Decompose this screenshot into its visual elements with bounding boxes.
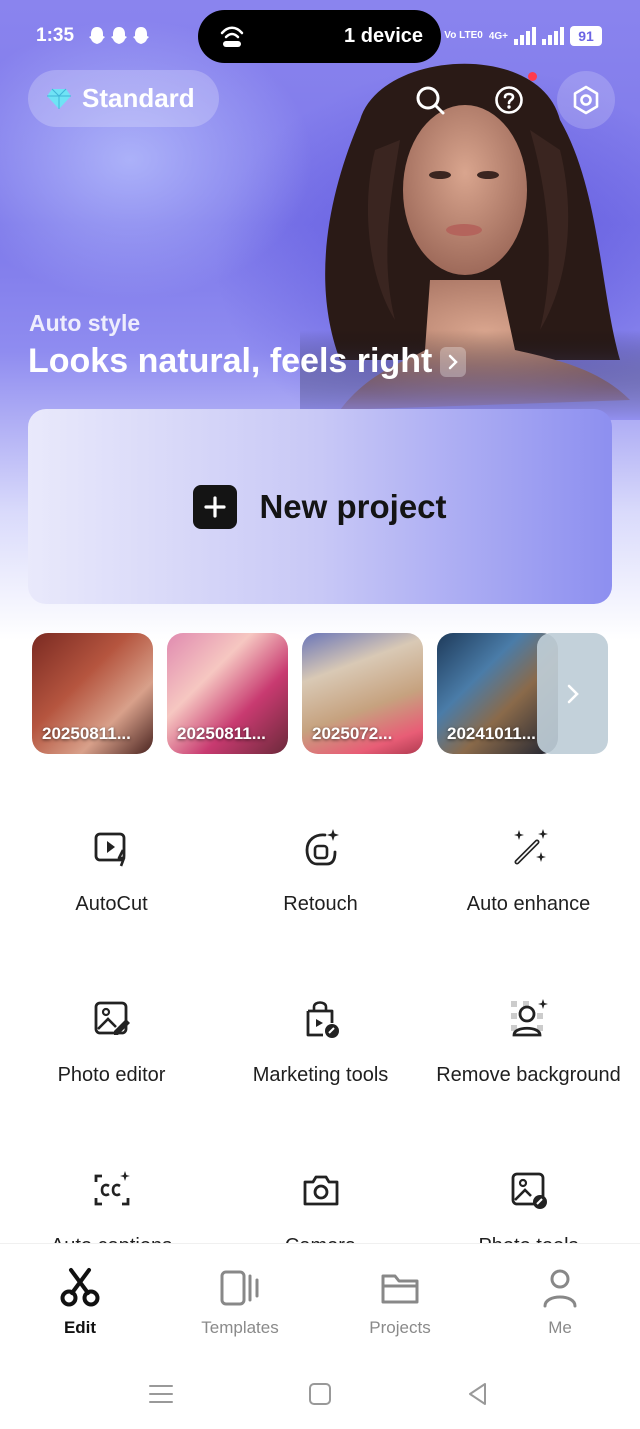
signal-icon [514,27,536,45]
settings-button[interactable] [557,71,615,129]
tool-marketing-tools[interactable]: Marketing tools [214,997,427,1087]
volte-label: Vo LTE0 [444,30,483,41]
person-cutout-icon [510,999,548,1037]
notification-icons [88,26,150,46]
status-bar: 1:35 1 device Vo LTE0 4G+ 91 [0,0,640,72]
new-project-label: New project [259,487,447,525]
new-project-button[interactable]: New project [28,409,612,604]
person-icon [543,1269,577,1308]
tool-label: Auto enhance [466,893,591,915]
recents-menu-icon[interactable] [146,1379,176,1409]
settings-hexagon-icon [573,85,599,115]
nav-edit[interactable]: Edit [0,1266,160,1338]
nav-label: Templates [201,1318,279,1337]
nav-projects[interactable]: Projects [320,1266,480,1338]
chevron-right-icon [567,684,579,703]
face-sparkle-icon [305,829,339,866]
hero-title-link[interactable]: Looks natural, feels right [28,342,467,381]
captions-icon [94,1171,130,1206]
nav-templates[interactable]: Templates [160,1266,320,1338]
signal-icon-2 [542,27,564,45]
thumb-label: 20250811... [42,724,131,743]
tool-label: AutoCut [75,893,148,915]
photo-tools-icon [511,1172,547,1209]
video-lightning-icon [94,832,125,867]
magic-wand-icon [513,829,548,865]
snapchat-icon [132,26,150,46]
templates-icon [220,1270,259,1306]
network-gen-label: 4G+ [488,30,508,42]
recent-media-thumb[interactable]: 2025072... [302,633,423,754]
recent-media-strip: 20250811... 20250811... 2025072... 20241… [32,633,608,754]
nav-label: Me [548,1318,572,1337]
tool-label: Photo editor [57,1064,166,1086]
nav-me[interactable]: Me [480,1266,640,1338]
battery-indicator: 91 [570,26,602,46]
tool-auto-enhance[interactable]: Auto enhance [422,826,635,916]
tool-retouch[interactable]: Retouch [214,826,427,916]
diamond-icon [47,88,71,109]
folder-icon [381,1274,419,1304]
help-icon [495,86,523,114]
search-icon [416,86,445,115]
tool-label: Retouch [283,893,358,915]
notification-dot [528,72,537,81]
tool-remove-background[interactable]: Remove background [422,997,635,1087]
camera-icon [303,1175,338,1206]
scissors-icon [60,1268,100,1307]
plan-label: Standard [82,83,195,113]
tool-label: Remove background [436,1064,621,1086]
recent-media-thumb[interactable]: 20250811... [167,633,288,754]
wireless-share-icon [220,26,244,47]
hero-subtitle: Auto style [29,310,141,336]
home-square-icon[interactable] [305,1379,335,1409]
plus-icon [193,484,238,529]
chevron-right-icon [440,346,467,377]
snapchat-icon [110,26,128,46]
thumb-label: 2025072... [312,724,393,743]
status-time: 1:35 [36,25,75,46]
snapchat-icon [88,26,106,46]
tool-label: Marketing tools [252,1064,389,1086]
shopping-bag-icon [306,1001,339,1038]
dynamic-island[interactable]: 1 device [198,10,441,63]
nav-label: Edit [63,1318,97,1337]
plan-badge-button[interactable]: Standard [28,70,219,127]
hero-title: Looks natural, feels right [28,342,433,380]
photo-edit-icon [94,1001,130,1035]
bottom-navigation: Edit Templates Projects Me [0,1243,640,1361]
help-button[interactable] [482,73,536,127]
tool-autocut[interactable]: AutoCut [5,826,218,916]
thumb-label: 20250811... [177,724,266,743]
system-status-icons: Vo LTE0 4G+ 91 [444,26,602,46]
search-button[interactable] [403,73,457,127]
tool-photo-editor[interactable]: Photo editor [5,997,218,1087]
thumb-label: 20241011... [447,724,536,743]
more-media-button[interactable] [537,633,608,754]
back-triangle-icon[interactable] [463,1379,493,1409]
recent-media-thumb[interactable]: 20250811... [32,633,153,754]
nav-label: Projects [369,1318,431,1337]
system-navigation-bar [0,1361,640,1429]
island-device-count: 1 device [344,25,423,47]
